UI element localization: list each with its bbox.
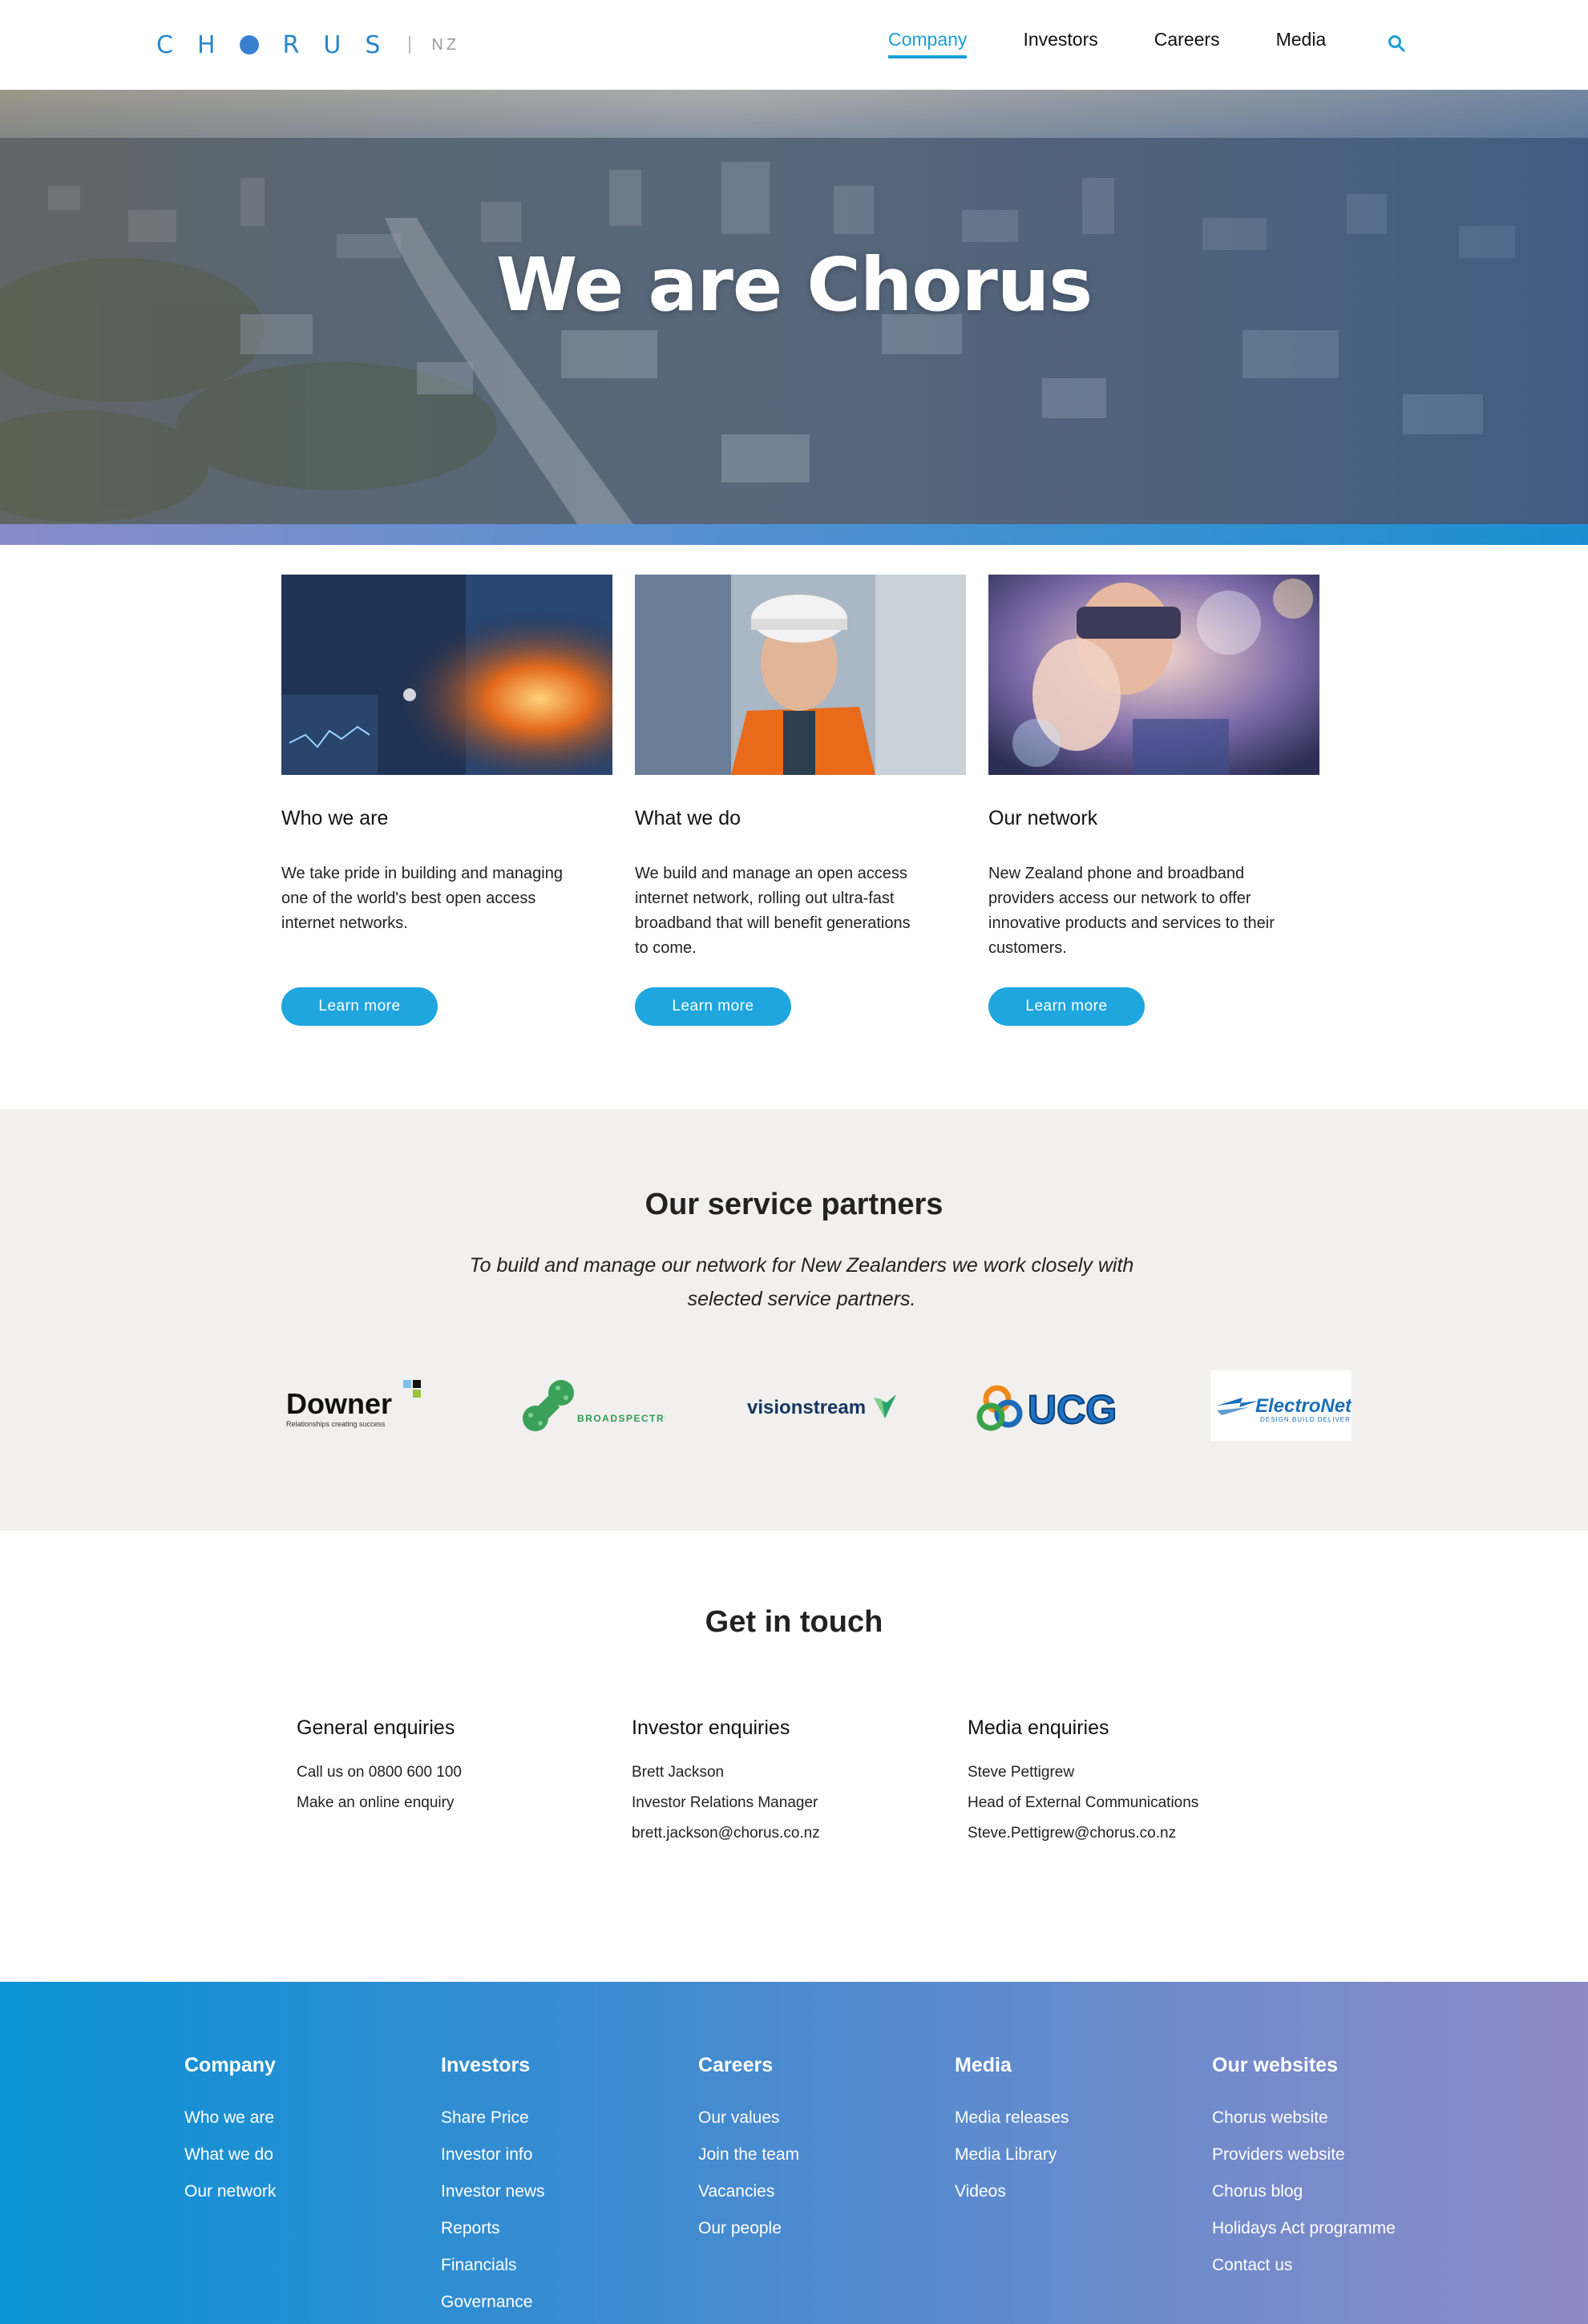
- footer-link[interactable]: Our network: [184, 2173, 276, 2210]
- contact-email[interactable]: Steve.Pettigrew@chorus.co.nz: [968, 1818, 1288, 1849]
- footer-link[interactable]: Governance: [441, 2284, 545, 2321]
- card-image-vr-user: [988, 575, 1319, 775]
- svg-text:visionstream: visionstream: [747, 1397, 866, 1418]
- broadspectrum-logo[interactable]: BROADSPECTRUM: [513, 1370, 665, 1442]
- footer-link[interactable]: Our values: [698, 2100, 799, 2136]
- footer-heading[interactable]: Media: [955, 2054, 1069, 2077]
- footer-link[interactable]: Videos: [955, 2173, 1069, 2210]
- contact-heading: Investor enquiries: [632, 1717, 790, 1739]
- footer-heading: Our websites: [1212, 2054, 1338, 2076]
- hero-gradient-bar: [0, 524, 1588, 545]
- svg-text:ElectroNet: ElectroNet: [1255, 1395, 1352, 1417]
- card-our-network: Our network New Zealand phone and broadb…: [988, 575, 1319, 1026]
- downer-logo[interactable]: Downer Relationships creating success: [285, 1370, 429, 1442]
- hero-banner: We are Chorus: [0, 90, 1588, 524]
- contact-phone[interactable]: Call us on 0800 600 100: [297, 1757, 617, 1788]
- contact-name: Brett Jackson: [632, 1764, 725, 1781]
- card-who-we-are: Who we are We take pride in building and…: [281, 575, 612, 1026]
- logo-dot-icon: [239, 35, 259, 54]
- contact-heading: Media enquiries: [968, 1717, 1109, 1739]
- downer-logo-graphic: Downer Relationships creating success: [286, 1380, 421, 1428]
- footer-link[interactable]: What we do: [184, 2136, 276, 2173]
- investor-enquiries: Investor enquiries Brett Jackson Investo…: [632, 1717, 952, 1849]
- footer-heading[interactable]: Careers: [698, 2054, 799, 2077]
- card-description: We build and manage an open access inter…: [635, 865, 911, 957]
- footer-link[interactable]: Who we are: [184, 2100, 276, 2136]
- footer-column-company: Company Who we are What we do Our networ…: [184, 2054, 276, 2210]
- card-title: What we do: [635, 807, 741, 829]
- site-footer: Company Who we are What we do Our networ…: [0, 1982, 1588, 2324]
- media-enquiries: Media enquiries Steve Pettigrew Head of …: [968, 1717, 1288, 1849]
- footer-column-careers: Careers Our values Join the team Vacanci…: [698, 2054, 799, 2247]
- section-title: Our service partners: [644, 1188, 944, 1221]
- search-icon[interactable]: [1387, 34, 1406, 53]
- footer-link[interactable]: Vacancies: [698, 2173, 799, 2210]
- electronet-logo[interactable]: ElectroNet DESIGN.BUILD.DELIVER: [1210, 1370, 1352, 1441]
- footer-link[interactable]: Investor news: [441, 2173, 545, 2210]
- svg-text:Downer: Downer: [286, 1387, 392, 1420]
- contact-email[interactable]: brett.jackson@chorus.co.nz: [632, 1818, 952, 1849]
- footer-link[interactable]: Chorus website: [1212, 2100, 1396, 2136]
- service-partners-section: Our service partners To build and manage…: [0, 1109, 1588, 1531]
- broadspectrum-logo-graphic: BROADSPECTRUM: [523, 1380, 665, 1431]
- card-image-worker: [635, 575, 966, 775]
- nav-careers[interactable]: Careers: [1154, 29, 1220, 59]
- visionstream-logo-graphic: visionstream: [747, 1394, 896, 1418]
- svg-text:BROADSPECTRUM: BROADSPECTRUM: [577, 1413, 665, 1424]
- card-description: New Zealand phone and broadband provider…: [988, 865, 1275, 957]
- card-title: Our network: [988, 807, 1098, 829]
- card-title: Who we are: [281, 807, 389, 829]
- section-subtitle: To build and manage our network for New …: [469, 1254, 1134, 1310]
- footer-link[interactable]: Our people: [698, 2210, 799, 2247]
- footer-link[interactable]: Providers website: [1212, 2136, 1396, 2173]
- footer-link[interactable]: Financials: [441, 2247, 545, 2284]
- nav-media[interactable]: Media: [1276, 29, 1327, 59]
- hero-title: We are Chorus: [495, 242, 1093, 328]
- svg-text:DESIGN.BUILD.DELIVER: DESIGN.BUILD.DELIVER: [1260, 1416, 1351, 1423]
- site-header: CH RUS NZ Company Investors Careers Media: [0, 0, 1588, 90]
- ucg-logo[interactable]: UCG: [976, 1370, 1121, 1442]
- contact-role: Head of External Communications: [968, 1794, 1199, 1811]
- learn-more-button[interactable]: Learn more: [635, 987, 791, 1026]
- logo-wordmark: CH RUS: [156, 30, 405, 59]
- footer-column-investors: Investors Share Price Investor info Inve…: [441, 2054, 545, 2321]
- footer-link[interactable]: Holidays Act programme: [1212, 2210, 1396, 2247]
- nav-company[interactable]: Company: [888, 29, 968, 59]
- footer-link[interactable]: Media Library: [955, 2136, 1069, 2173]
- card-image-technology: [281, 575, 612, 775]
- footer-link[interactable]: Reports: [441, 2210, 545, 2247]
- footer-link[interactable]: Investor info: [441, 2136, 545, 2173]
- logo-region: NZ: [431, 35, 460, 54]
- logo-divider: [409, 36, 411, 54]
- footer-heading[interactable]: Investors: [441, 2054, 545, 2077]
- contact-role: Investor Relations Manager: [632, 1794, 818, 1811]
- footer-link[interactable]: Share Price: [441, 2100, 545, 2136]
- footer-link[interactable]: Media releases: [955, 2100, 1069, 2136]
- contact-title: Get in touch: [705, 1605, 883, 1639]
- footer-column-our-websites: Our websites Chorus website Providers we…: [1212, 2054, 1396, 2284]
- visionstream-logo[interactable]: visionstream: [746, 1370, 898, 1442]
- learn-more-button[interactable]: Learn more: [281, 987, 438, 1026]
- svg-text:UCG: UCG: [1028, 1387, 1117, 1432]
- card-description: We take pride in building and managing o…: [281, 865, 563, 932]
- footer-heading[interactable]: Company: [184, 2054, 276, 2077]
- main-nav: Company Investors Careers Media: [888, 29, 1382, 59]
- footer-link[interactable]: Contact us: [1212, 2247, 1396, 2284]
- footer-link[interactable]: Join the team: [698, 2136, 799, 2173]
- svg-text:Relationships creating success: Relationships creating success: [286, 1420, 386, 1428]
- online-enquiry-link[interactable]: Make an online enquiry: [297, 1788, 617, 1818]
- card-what-we-do: What we do We build and manage an open a…: [635, 575, 966, 1026]
- contact-heading: General enquiries: [297, 1717, 455, 1739]
- contact-name: Steve Pettigrew: [968, 1764, 1075, 1781]
- footer-column-media: Media Media releases Media Library Video…: [955, 2054, 1069, 2210]
- electronet-logo-graphic: ElectroNet DESIGN.BUILD.DELIVER: [1217, 1395, 1352, 1423]
- chorus-logo[interactable]: CH RUS NZ: [156, 29, 459, 61]
- learn-more-button[interactable]: Learn more: [988, 987, 1145, 1026]
- nav-investors[interactable]: Investors: [1023, 29, 1097, 59]
- general-enquiries: General enquiries Call us on 0800 600 10…: [297, 1717, 617, 1818]
- ucg-logo-graphic: UCG: [976, 1385, 1117, 1433]
- footer-link[interactable]: Chorus blog: [1212, 2173, 1396, 2210]
